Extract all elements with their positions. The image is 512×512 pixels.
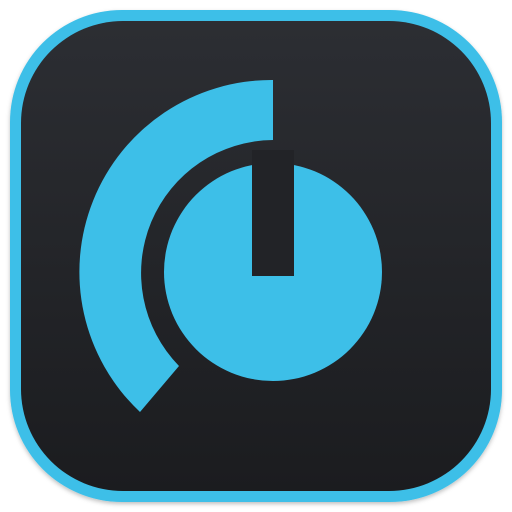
knob-indicator-line	[258, 150, 288, 272]
volume-knob-app-icon[interactable]	[0, 0, 512, 512]
app-icon-canvas	[0, 0, 512, 512]
